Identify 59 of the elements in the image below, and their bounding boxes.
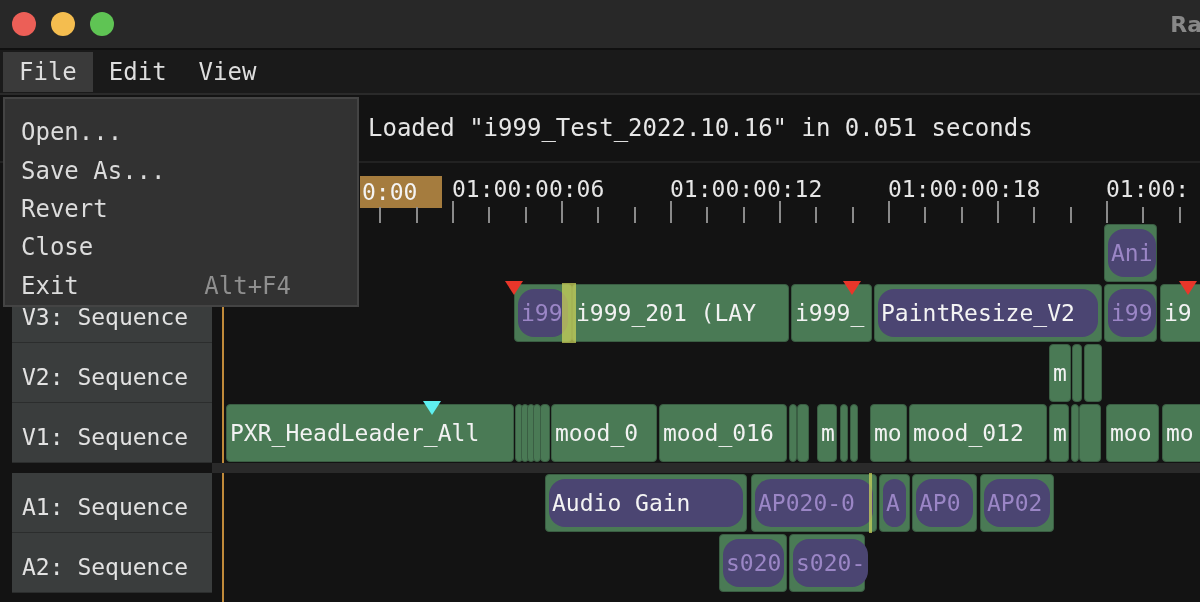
clip-label: m <box>1053 360 1067 386</box>
clip-label: i999_201 (LAY <box>576 300 756 326</box>
track-header[interactable]: V2: Sequence <box>12 343 212 403</box>
clip-label: m <box>821 420 835 446</box>
timeline-clip[interactable]: PXR_HeadLeader_All <box>226 404 514 462</box>
ruler-timecode: 01:00:00:12 <box>670 176 823 202</box>
timeline-clip[interactable]: mood_012 <box>909 404 1047 462</box>
menu-item[interactable]: Open... <box>5 113 357 152</box>
timeline-clip[interactable]: mo <box>870 404 907 462</box>
menu-item[interactable]: Save As... <box>5 151 357 190</box>
timeline-clip[interactable] <box>1079 404 1101 462</box>
clip-label: mo <box>1166 420 1194 446</box>
timeline-clip[interactable] <box>797 404 809 462</box>
clip-label: mood_016 <box>663 420 774 446</box>
timeline-clip[interactable] <box>1071 404 1079 462</box>
marker-icon[interactable] <box>423 401 441 415</box>
timeline-clip[interactable] <box>1072 344 1082 402</box>
marker-icon[interactable] <box>843 281 861 295</box>
window-title: Ra <box>1170 11 1200 37</box>
maximize-button[interactable] <box>90 12 114 36</box>
menu-item[interactable]: Close <box>5 228 357 267</box>
ruler-timecode: 01:00:00:06 <box>452 176 605 202</box>
marker-icon[interactable] <box>1179 281 1197 295</box>
timeline-clip[interactable] <box>540 404 550 462</box>
status-message: Loaded "i999_Test_2022.10.16" in 0.051 seconds <box>368 114 1033 142</box>
timeline-clip[interactable] <box>840 404 848 462</box>
clip-label: mo <box>874 420 902 446</box>
timeline-clip[interactable]: mood_0 <box>551 404 657 462</box>
clip-label: mood_012 <box>913 420 1024 446</box>
clip-label: moo <box>1110 420 1152 446</box>
timeline-clip[interactable]: m <box>1049 404 1069 462</box>
playhead-timecode[interactable]: 0:00 <box>360 176 442 208</box>
timeline-clip[interactable] <box>1084 344 1102 402</box>
menu-tab[interactable]: View <box>182 51 273 92</box>
marker-icon[interactable] <box>505 281 523 295</box>
menu-item[interactable]: Revert <box>5 189 357 229</box>
track-header[interactable]: V1: Sequence <box>12 403 212 463</box>
ruler-timecode: 01:00:00:18 <box>888 176 1041 202</box>
clip-label: i999_ <box>795 300 865 326</box>
timeline-clip[interactable]: mood_016 <box>659 404 787 462</box>
timeline-clip[interactable] <box>789 404 797 462</box>
timeline-clip[interactable]: i9 <box>1160 284 1200 342</box>
timeline-clip[interactable]: m <box>1049 344 1071 402</box>
clip-label: mood_0 <box>555 420 639 446</box>
track-header[interactable]: A1: Sequence <box>12 473 212 533</box>
clip-label: PXR_HeadLeader_All <box>230 420 480 446</box>
timeline-clip[interactable] <box>850 404 858 462</box>
close-button[interactable] <box>12 12 36 36</box>
timeline-clip[interactable]: mo <box>1162 404 1200 462</box>
clip-label: m <box>1053 420 1067 446</box>
track-header[interactable]: A2: Sequence <box>12 533 212 593</box>
menu-tab[interactable]: Edit <box>92 51 183 92</box>
minimize-button[interactable] <box>51 12 75 36</box>
timeline-clip[interactable]: i999_ <box>791 284 872 342</box>
ruler-timecode: 01:00: <box>1106 176 1190 202</box>
clip-label: i9 <box>1164 300 1192 326</box>
menu-tab[interactable]: File <box>3 51 93 92</box>
timeline-clip[interactable]: m <box>817 404 837 462</box>
timeline-clip[interactable]: moo <box>1106 404 1159 462</box>
